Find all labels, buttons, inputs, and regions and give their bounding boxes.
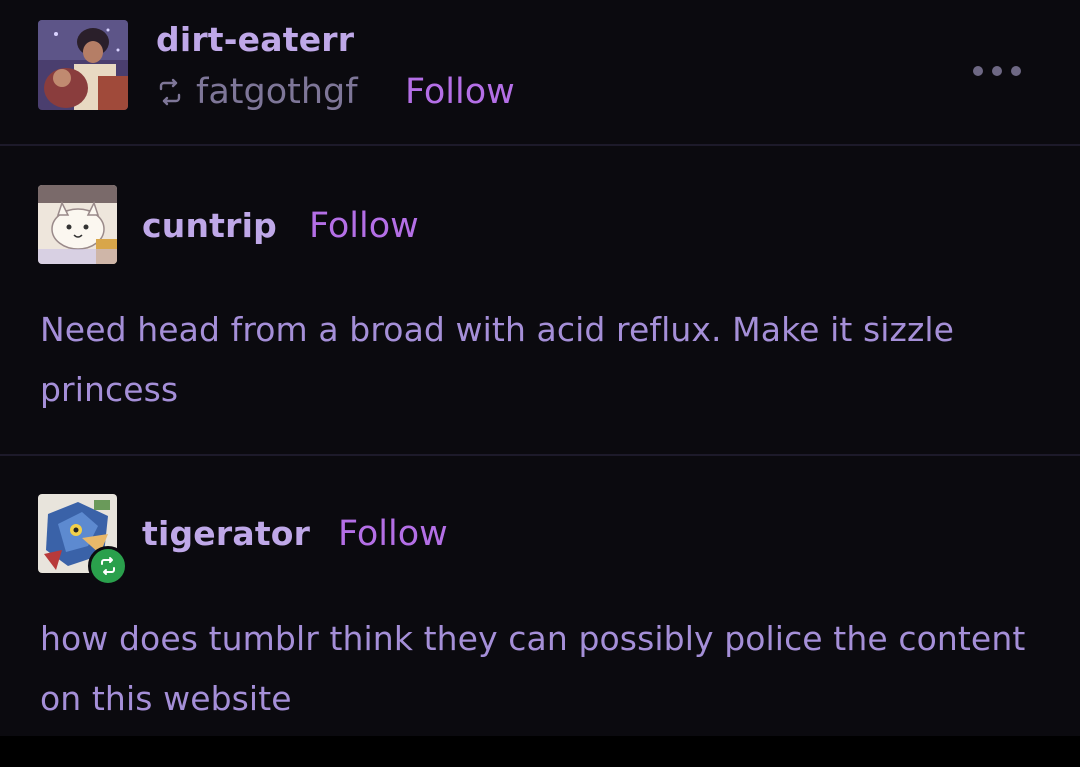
reblog-icon bbox=[156, 78, 184, 106]
post-body-text: Need head from a broad with acid reflux.… bbox=[40, 310, 955, 409]
divider bbox=[0, 454, 1080, 456]
reblog-source-name[interactable]: fatgothgf bbox=[196, 72, 358, 112]
post-body-text: how does tumblr think they can possibly … bbox=[40, 619, 1026, 718]
reblog-source: fatgothgf bbox=[156, 72, 358, 112]
avatar-cuntrip[interactable] bbox=[38, 185, 117, 264]
more-options-icon[interactable] bbox=[966, 56, 1028, 86]
tumblr-post-thread: dirt-eaterr fatgothgf Follow cuntrip Fol… bbox=[0, 0, 1080, 736]
post-author-name[interactable]: cuntrip bbox=[142, 206, 277, 246]
follow-button-cuntrip[interactable]: Follow bbox=[309, 206, 419, 246]
post-author-name[interactable]: tigerator bbox=[142, 514, 310, 554]
bottom-edge bbox=[0, 736, 1080, 767]
avatar-dirt-eaterr[interactable] bbox=[38, 20, 128, 110]
follow-button-dirt-eaterr[interactable]: Follow bbox=[405, 72, 515, 112]
post-author-name[interactable]: dirt-eaterr bbox=[156, 20, 354, 60]
follow-button-tigerator[interactable]: Follow bbox=[338, 514, 448, 554]
reblog-badge-icon bbox=[88, 546, 128, 586]
divider bbox=[0, 144, 1080, 146]
